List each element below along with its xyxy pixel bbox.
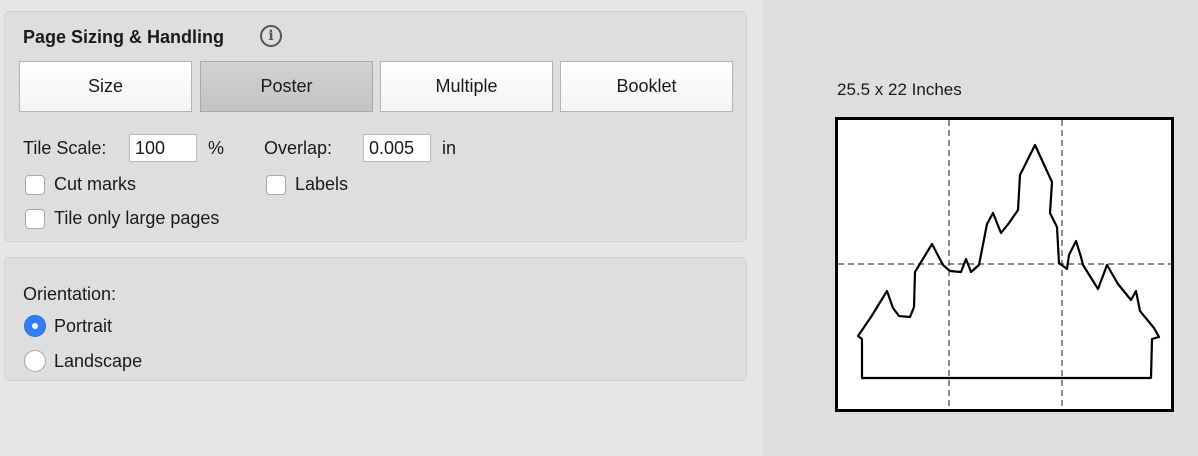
- portrait-radio[interactable]: [24, 315, 46, 337]
- booklet-mode-button[interactable]: Booklet: [560, 61, 733, 112]
- poster-preview: [835, 117, 1174, 412]
- landscape-label[interactable]: Landscape: [54, 351, 142, 372]
- overlap-input[interactable]: 0.005: [363, 134, 431, 162]
- cut-marks-checkbox[interactable]: [25, 175, 45, 195]
- poster-dimensions: 25.5 x 22 Inches: [837, 80, 962, 99]
- landscape-radio[interactable]: [24, 350, 46, 372]
- multiple-mode-button[interactable]: Multiple: [380, 61, 553, 112]
- overlap-unit: in: [442, 138, 457, 158]
- page-sizing-group: Page Sizing & Handling i Size Poster Mul…: [4, 11, 747, 242]
- labels-label[interactable]: Labels: [295, 174, 348, 195]
- orientation-label: Orientation:: [23, 284, 117, 304]
- labels-checkbox[interactable]: [266, 175, 286, 195]
- orientation-group: Orientation: Portrait Landscape: [4, 257, 747, 381]
- tile-scale-unit: %: [208, 138, 225, 158]
- poster-mode-button[interactable]: Poster: [200, 61, 373, 112]
- preview-pane: 25.5 x 22 Inches: [762, 0, 1198, 456]
- section-title: Page Sizing & Handling: [23, 27, 225, 47]
- settings-pane: Page Sizing & Handling i Size Poster Mul…: [0, 0, 762, 456]
- portrait-label[interactable]: Portrait: [54, 316, 112, 337]
- overlap-label: Overlap:: [264, 138, 333, 158]
- cut-marks-label[interactable]: Cut marks: [54, 174, 136, 195]
- info-icon[interactable]: i: [260, 25, 282, 47]
- tile-large-pages-label[interactable]: Tile only large pages: [54, 208, 219, 229]
- tile-scale-input[interactable]: 100: [129, 134, 197, 162]
- tile-scale-label: Tile Scale:: [23, 138, 107, 158]
- tile-large-pages-checkbox[interactable]: [25, 209, 45, 229]
- size-mode-button[interactable]: Size: [19, 61, 192, 112]
